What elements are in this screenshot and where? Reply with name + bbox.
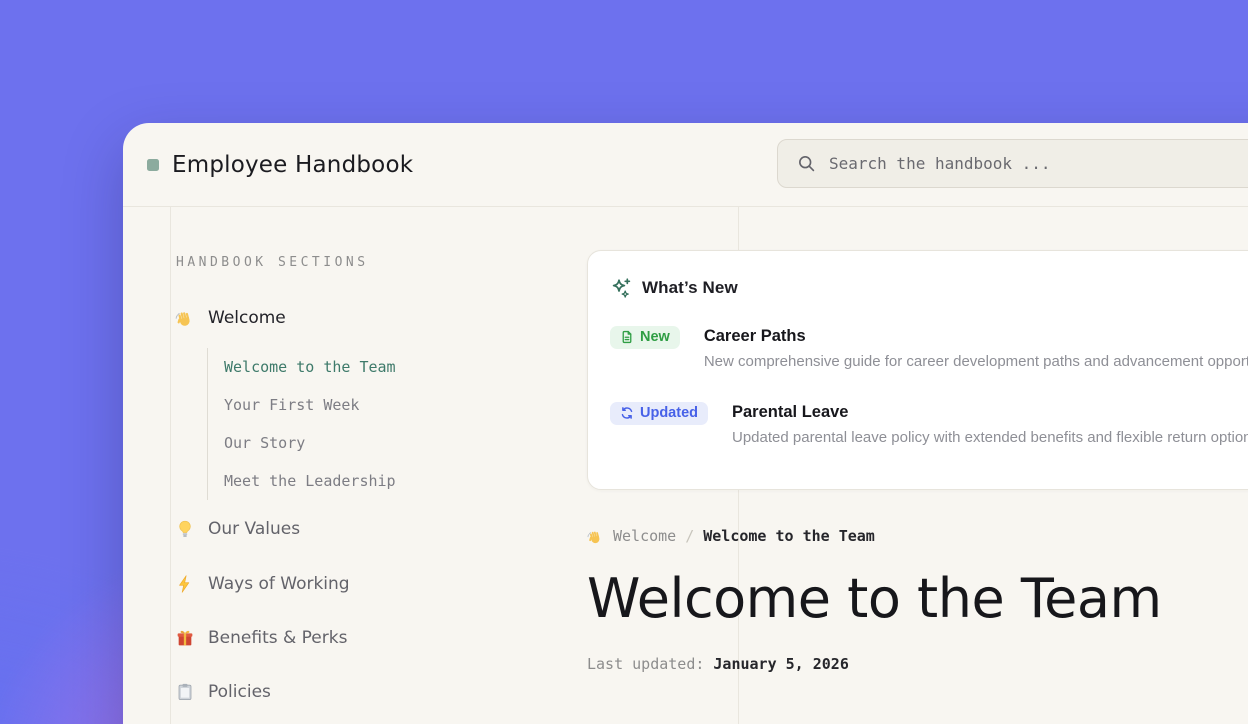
updated-badge: Updated (610, 402, 708, 425)
entry-text: Career Paths New comprehensive guide for… (704, 326, 1248, 370)
lightbulb-icon (175, 519, 195, 539)
brand-logo-icon (147, 159, 159, 171)
whats-new-title: What’s New (642, 278, 738, 298)
sidebar-item-label: Our Values (208, 519, 300, 539)
list-item[interactable]: Updated Parental Leave Updated parental … (610, 402, 1248, 446)
sidebar-item-label: Benefits & Perks (208, 628, 347, 648)
app-title: Employee Handbook (172, 152, 413, 178)
lightning-bolt-icon (175, 574, 195, 594)
waving-hand-icon (587, 528, 604, 545)
badge-label: Updated (640, 405, 698, 421)
breadcrumb-current-page: Welcome to the Team (703, 527, 875, 545)
last-updated: Last updated: January 5, 2026 (587, 655, 1248, 673)
clipboard-icon (175, 682, 195, 702)
breadcrumb-separator: / (685, 527, 694, 545)
sidebar-item-benefits-perks[interactable]: Benefits & Perks (175, 628, 347, 648)
entry-description: Updated parental leave policy with exten… (732, 429, 1248, 446)
sidebar-item-policies[interactable]: Policies (175, 682, 271, 702)
sidebar-subitem-our-story[interactable]: Our Story (224, 424, 396, 462)
badge-label: New (640, 329, 670, 345)
waving-hand-icon (175, 308, 195, 328)
list-item[interactable]: New Career Paths New comprehensive guide… (610, 326, 1248, 370)
breadcrumb-section[interactable]: Welcome (613, 527, 676, 545)
whats-new-card: What’s New New Ca (587, 250, 1248, 490)
new-badge: New (610, 326, 680, 349)
whats-new-header: What’s New (610, 277, 1248, 299)
sidebar-subitem-meet-the-leadership[interactable]: Meet the Leadership (224, 462, 396, 500)
last-updated-value: January 5, 2026 (713, 655, 848, 673)
window-body: HANDBOOK SECTIONS (123, 207, 1248, 724)
document-icon (620, 330, 634, 344)
sidebar-item-label: Policies (208, 682, 271, 702)
breadcrumb: Welcome / Welcome to the Team (587, 527, 1248, 545)
sidebar-section-label: HANDBOOK SECTIONS (176, 255, 369, 270)
sidebar-item-welcome[interactable]: Welcome (175, 308, 286, 328)
page-title: Welcome to the Team (587, 571, 1248, 628)
sidebar-left-rule (170, 207, 171, 724)
search-input[interactable] (829, 154, 1248, 173)
sparkles-icon (610, 277, 632, 299)
brand: Employee Handbook (147, 152, 413, 178)
sidebar-item-label: Ways of Working (208, 574, 350, 594)
sidebar-item-our-values[interactable]: Our Values (175, 519, 300, 539)
sidebar-item-ways-of-working[interactable]: Ways of Working (175, 574, 350, 594)
app-window: Employee Handbook HANDBOOK SECTIONS (123, 123, 1248, 724)
sidebar-subitem-welcome-to-the-team[interactable]: Welcome to the Team (224, 348, 396, 386)
window-header: Employee Handbook (123, 123, 1248, 207)
search-box[interactable] (777, 139, 1248, 188)
sidebar-sublist-welcome: Welcome to the Team Your First Week Our … (207, 348, 396, 500)
refresh-arrows-icon (620, 406, 634, 420)
last-updated-label: Last updated: (587, 655, 704, 673)
sidebar-subitem-your-first-week[interactable]: Your First Week (224, 386, 396, 424)
entry-text: Parental Leave Updated parental leave po… (732, 402, 1248, 446)
gift-box-icon (175, 628, 195, 648)
entry-title: Parental Leave (732, 403, 1248, 422)
main-content: What’s New New Ca (587, 207, 1248, 673)
search-icon (797, 154, 816, 173)
sidebar-item-label: Welcome (208, 308, 286, 328)
entry-description: New comprehensive guide for career devel… (704, 353, 1248, 370)
entry-title: Career Paths (704, 327, 1248, 346)
